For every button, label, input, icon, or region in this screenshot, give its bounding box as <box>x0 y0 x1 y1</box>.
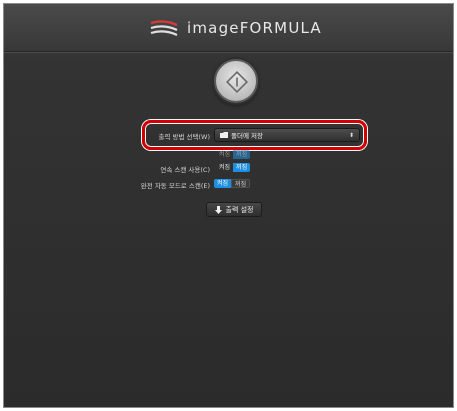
output-settings-label: 출력 설정 <box>225 205 254 214</box>
scan-diamond-icon <box>225 70 249 94</box>
output-settings-button[interactable]: 출력 설정 <box>206 202 262 217</box>
continuous-scan-off[interactable]: 꺼짐 <box>233 163 251 172</box>
continuous-scan-label: 연속 스캔 사용(C) <box>160 166 210 174</box>
dim-setting-toggle[interactable]: 켜짐 꺼짐 <box>216 150 251 159</box>
dim-setting-off[interactable]: 꺼짐 <box>233 150 251 159</box>
auto-mode-scan-on[interactable]: 켜짐 <box>214 179 232 188</box>
download-arrow-icon <box>214 205 222 214</box>
output-method-value: 폴더에 저장 <box>231 132 263 140</box>
imageformula-logo-icon <box>150 20 178 37</box>
output-method-label: 출력 방법 선택(W) <box>158 133 210 141</box>
folder-icon <box>220 132 228 138</box>
dim-setting-on[interactable]: 켜짐 <box>216 150 233 159</box>
scan-button[interactable] <box>214 59 258 103</box>
app-window: imageFORMULA 출력 방법 선택(W) 폴더에 저장 ⬍ 켜짐 꺼짐 … <box>3 3 454 408</box>
auto-mode-scan-off[interactable]: 꺼짐 <box>231 179 251 188</box>
output-method-select[interactable]: 폴더에 저장 ⬍ <box>214 128 360 142</box>
header-bar: imageFORMULA <box>4 4 453 52</box>
updown-arrow-icon: ⬍ <box>348 132 354 139</box>
auto-mode-scan-toggle[interactable]: 켜짐 꺼짐 <box>214 179 251 188</box>
continuous-scan-on[interactable]: 켜짐 <box>216 163 233 172</box>
logo: imageFORMULA <box>149 16 322 40</box>
logo-text: imageFORMULA <box>187 19 322 37</box>
auto-mode-scan-label: 완전 자동 모드로 스캔(E) <box>140 182 210 190</box>
continuous-scan-toggle[interactable]: 켜짐 꺼짐 <box>216 163 251 172</box>
